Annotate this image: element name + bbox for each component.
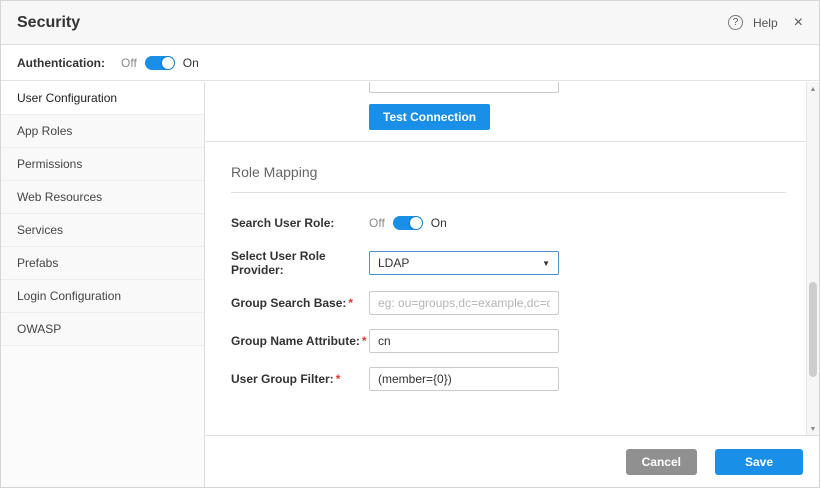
authentication-toggle: Off On	[121, 56, 199, 70]
settings-sidebar: User Configuration App Roles Permissions…	[1, 82, 205, 487]
sidebar-item-label: User Configuration	[17, 91, 117, 105]
sidebar-item-label: Web Resources	[17, 190, 102, 204]
header-actions: ? Help ×	[728, 15, 803, 31]
authentication-label: Authentication:	[17, 56, 105, 70]
main-content: Test Connection Role Mapping Search User…	[206, 82, 819, 487]
security-dialog: Security ? Help × Authentication: Off On…	[0, 0, 820, 488]
group-search-base-label: Group Search Base:*	[231, 296, 369, 310]
toggle-off-label: Off	[369, 216, 385, 230]
group-name-attribute-input[interactable]	[369, 329, 559, 353]
sidebar-item-label: Services	[17, 223, 63, 237]
dialog-header: Security ? Help ×	[1, 1, 819, 45]
sidebar-item-label: Login Configuration	[17, 289, 121, 303]
sidebar-item-user-configuration[interactable]: User Configuration	[1, 82, 204, 115]
group-name-attribute-row: Group Name Attribute:*	[231, 329, 786, 353]
selected-provider-value: LDAP	[378, 256, 409, 270]
label-text: Group Search Base:	[231, 296, 346, 310]
sidebar-item-label: Prefabs	[17, 256, 58, 270]
toggle-off-label: Off	[121, 56, 137, 70]
authentication-bar: Authentication: Off On	[1, 46, 819, 81]
search-user-role-toggle-switch[interactable]	[393, 216, 423, 230]
vertical-scrollbar[interactable]: ▲ ▼	[806, 82, 819, 438]
sidebar-item-web-resources[interactable]: Web Resources	[1, 181, 204, 214]
role-mapping-form: Search User Role: Off On Select User Rol…	[206, 211, 806, 391]
toggle-on-label: On	[431, 216, 447, 230]
page-title: Security	[17, 14, 80, 32]
group-search-base-input[interactable]	[369, 291, 559, 315]
search-user-role-toggle: Off On	[369, 216, 447, 230]
group-search-base-row: Group Search Base:*	[231, 291, 786, 315]
user-role-provider-select[interactable]: LDAP ▼	[369, 251, 559, 275]
close-icon[interactable]: ×	[794, 15, 803, 31]
required-asterisk: *	[362, 334, 367, 348]
group-name-attribute-label: Group Name Attribute:*	[231, 334, 369, 348]
required-asterisk: *	[336, 372, 341, 386]
label-text: Group Name Attribute:	[231, 334, 360, 348]
sidebar-item-app-roles[interactable]: App Roles	[1, 115, 204, 148]
user-group-filter-row: User Group Filter:*	[231, 367, 786, 391]
sidebar-item-label: App Roles	[17, 124, 72, 138]
authentication-toggle-switch[interactable]	[145, 56, 175, 70]
help-link[interactable]: Help	[753, 16, 778, 30]
scrollbar-thumb[interactable]	[809, 282, 817, 377]
scroll-up-icon[interactable]: ▲	[807, 84, 819, 96]
provider-row: Select User Role Provider: LDAP ▼	[231, 249, 786, 277]
dialog-footer: Cancel Save	[206, 435, 819, 487]
provider-label: Select User Role Provider:	[231, 249, 369, 277]
user-group-filter-label: User Group Filter:*	[231, 372, 369, 386]
sidebar-item-services[interactable]: Services	[1, 214, 204, 247]
role-mapping-section: Role Mapping Search User Role: Off On Se…	[206, 142, 806, 391]
sidebar-item-login-configuration[interactable]: Login Configuration	[1, 280, 204, 313]
sidebar-item-owasp[interactable]: OWASP	[1, 313, 204, 346]
connection-field-partial[interactable]	[369, 82, 559, 93]
role-mapping-title: Role Mapping	[231, 164, 786, 193]
sidebar-item-permissions[interactable]: Permissions	[1, 148, 204, 181]
search-user-role-row: Search User Role: Off On	[231, 211, 786, 235]
connection-section: Test Connection	[206, 82, 806, 142]
toggle-knob	[410, 217, 422, 229]
search-user-role-label: Search User Role:	[231, 216, 369, 230]
help-icon[interactable]: ?	[728, 15, 743, 30]
required-asterisk: *	[348, 296, 353, 310]
label-text: User Group Filter:	[231, 372, 334, 386]
chevron-down-icon: ▼	[542, 259, 550, 268]
test-connection-button[interactable]: Test Connection	[369, 104, 490, 130]
cancel-button[interactable]: Cancel	[626, 449, 697, 475]
sidebar-item-prefabs[interactable]: Prefabs	[1, 247, 204, 280]
scrollable-panel: Test Connection Role Mapping Search User…	[206, 82, 806, 438]
toggle-knob	[162, 57, 174, 69]
sidebar-item-label: Permissions	[17, 157, 82, 171]
sidebar-item-label: OWASP	[17, 322, 61, 336]
user-group-filter-input[interactable]	[369, 367, 559, 391]
toggle-on-label: On	[183, 56, 199, 70]
save-button[interactable]: Save	[715, 449, 803, 475]
